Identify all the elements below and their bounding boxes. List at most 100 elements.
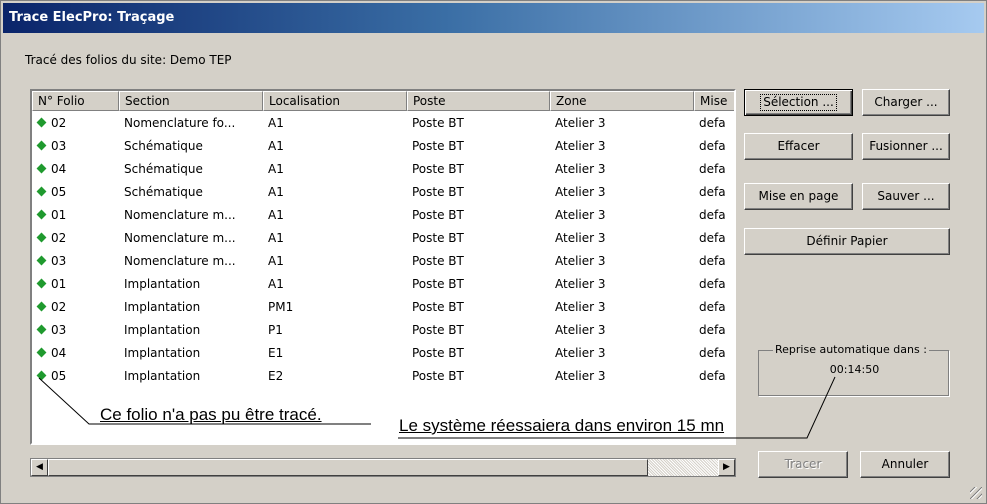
table-cell-poste: Poste BT <box>412 162 464 176</box>
table-cell-section: Implantation <box>124 277 201 291</box>
green-diamond-icon <box>36 232 47 243</box>
column-header-mise[interactable]: Mise <box>694 91 734 111</box>
table-cell-section: Schématique <box>124 162 203 176</box>
green-diamond-icon <box>36 140 47 151</box>
definir-papier-button[interactable]: Définir Papier <box>744 228 950 255</box>
list-header: N° Folio Section Localisation Poste Zone… <box>32 91 734 111</box>
column-header-section[interactable]: Section <box>119 91 263 111</box>
title-bar: Trace ElecPro: Traçage <box>3 3 984 33</box>
folio-number: 02 <box>51 231 67 245</box>
table-cell-section: Schématique <box>124 139 203 153</box>
column-header-folio[interactable]: N° Folio <box>32 91 119 111</box>
green-diamond-icon <box>36 255 47 266</box>
table-cell-poste: Poste BT <box>412 277 464 291</box>
table-cell-zone: Atelier 3 <box>555 323 606 337</box>
table-cell-section: Nomenclature m... <box>124 208 236 222</box>
table-cell-poste: Poste BT <box>412 208 464 222</box>
scroll-thumb[interactable] <box>48 459 648 476</box>
table-row[interactable]: 01 Implantation A1 Poste BT Atelier 3 defa <box>32 273 734 296</box>
table-cell-poste: Poste BT <box>412 139 464 153</box>
table-cell-loc: PM1 <box>268 300 294 314</box>
table-row[interactable]: 02 Implantation PM1 Poste BT Atelier 3 defa <box>32 296 734 319</box>
table-row[interactable]: 03 Nomenclature m... A1 Poste BT Atelier 3 de… <box>32 250 734 273</box>
charger-button[interactable]: Charger ... <box>862 89 950 116</box>
scroll-left-icon[interactable]: ◀ <box>31 459 48 476</box>
table-cell-folio: 01 <box>32 204 119 227</box>
table-cell-zone: Atelier 3 <box>555 208 606 222</box>
table-cell-section: Implantation <box>124 346 201 360</box>
table-row[interactable]: 02 Nomenclature fo... A1 Poste BT Atelier 3 d… <box>32 112 734 135</box>
effacer-button[interactable]: Effacer <box>744 133 853 160</box>
table-cell-folio: 02 <box>32 227 119 250</box>
annuler-button[interactable]: Annuler <box>860 451 950 478</box>
table-cell-folio: 04 <box>32 158 119 181</box>
table-cell-poste: Poste BT <box>412 300 464 314</box>
table-cell-mise: defa <box>699 185 726 199</box>
table-cell-loc: A1 <box>268 162 284 176</box>
tracer-button[interactable]: Tracer <box>758 451 848 478</box>
folio-number: 05 <box>51 369 67 383</box>
table-cell-mise: defa <box>699 231 726 245</box>
table-cell-zone: Atelier 3 <box>555 254 606 268</box>
scroll-right-icon[interactable]: ▶ <box>718 459 735 476</box>
resize-grip[interactable] <box>970 487 982 499</box>
scroll-track[interactable] <box>648 459 718 476</box>
table-row[interactable]: 04 Schématique A1 Poste BT Atelier 3 defa <box>32 158 734 181</box>
folio-number: 02 <box>51 300 67 314</box>
table-cell-poste: Poste BT <box>412 231 464 245</box>
table-cell-folio: 03 <box>32 250 119 273</box>
table-row[interactable]: 05 Schématique A1 Poste BT Atelier 3 defa <box>32 181 734 204</box>
table-cell-mise: defa <box>699 277 726 291</box>
annotation-retry: Le système réessaiera dans environ 15 mn <box>399 416 725 436</box>
column-header-poste[interactable]: Poste <box>407 91 550 111</box>
table-cell-zone: Atelier 3 <box>555 185 606 199</box>
table-cell-mise: defa <box>699 254 726 268</box>
table-cell-zone: Atelier 3 <box>555 346 606 360</box>
annotation-folio-not-traced: Ce folio n'a pas pu être tracé. <box>100 405 322 425</box>
table-row[interactable]: 02 Nomenclature m... A1 Poste BT Atelier 3 de… <box>32 227 734 250</box>
column-header-zone[interactable]: Zone <box>550 91 694 111</box>
table-cell-section: Implantation <box>124 323 201 337</box>
fusionner-button[interactable]: Fusionner ... <box>862 133 950 160</box>
folio-number: 03 <box>51 254 67 268</box>
column-header-localisation[interactable]: Localisation <box>263 91 407 111</box>
table-row[interactable]: 03 Implantation P1 Poste BT Atelier 3 defa <box>32 319 734 342</box>
sauver-button[interactable]: Sauver ... <box>862 183 950 210</box>
table-cell-loc: P1 <box>268 323 283 337</box>
site-label: Tracé des folios du site: Demo TEP <box>25 53 232 67</box>
table-cell-loc: A1 <box>268 208 284 222</box>
table-cell-folio: 03 <box>32 135 119 158</box>
table-cell-folio: 05 <box>32 365 119 388</box>
table-cell-poste: Poste BT <box>412 116 464 130</box>
table-row[interactable]: 01 Nomenclature m... A1 Poste BT Atelier 3 de… <box>32 204 734 227</box>
table-row[interactable]: 05 Implantation E2 Poste BT Atelier 3 defa <box>32 365 734 388</box>
table-cell-folio: 05 <box>32 181 119 204</box>
folio-number: 03 <box>51 139 67 153</box>
green-diamond-icon <box>36 370 47 381</box>
table-cell-folio: 02 <box>32 112 119 135</box>
table-cell-poste: Poste BT <box>412 369 464 383</box>
auto-resume-time: 00:14:50 <box>829 363 880 376</box>
green-diamond-icon <box>36 324 47 335</box>
table-cell-poste: Poste BT <box>412 254 464 268</box>
green-diamond-icon <box>36 163 47 174</box>
table-cell-loc: A1 <box>268 254 284 268</box>
table-cell-loc: A1 <box>268 116 284 130</box>
table-cell-mise: defa <box>699 139 726 153</box>
table-cell-mise: defa <box>699 162 726 176</box>
table-cell-mise: defa <box>699 208 726 222</box>
folio-list[interactable]: N° Folio Section Localisation Poste Zone… <box>30 89 736 445</box>
table-row[interactable]: 04 Implantation E1 Poste BT Atelier 3 defa <box>32 342 734 365</box>
table-cell-mise: defa <box>699 116 726 130</box>
table-cell-poste: Poste BT <box>412 185 464 199</box>
table-cell-section: Nomenclature m... <box>124 254 236 268</box>
dialog-window: Trace ElecPro: Traçage Tracé des folios … <box>0 0 987 504</box>
table-cell-section: Implantation <box>124 369 201 383</box>
table-row[interactable]: 03 Schématique A1 Poste BT Atelier 3 defa <box>32 135 734 158</box>
horizontal-scrollbar[interactable]: ◀ ▶ <box>30 458 736 477</box>
table-cell-section: Implantation <box>124 300 201 314</box>
selection-button[interactable]: Sélection ... <box>744 89 853 116</box>
folio-number: 01 <box>51 208 67 222</box>
mise-en-page-button[interactable]: Mise en page <box>744 183 853 210</box>
table-cell-zone: Atelier 3 <box>555 300 606 314</box>
